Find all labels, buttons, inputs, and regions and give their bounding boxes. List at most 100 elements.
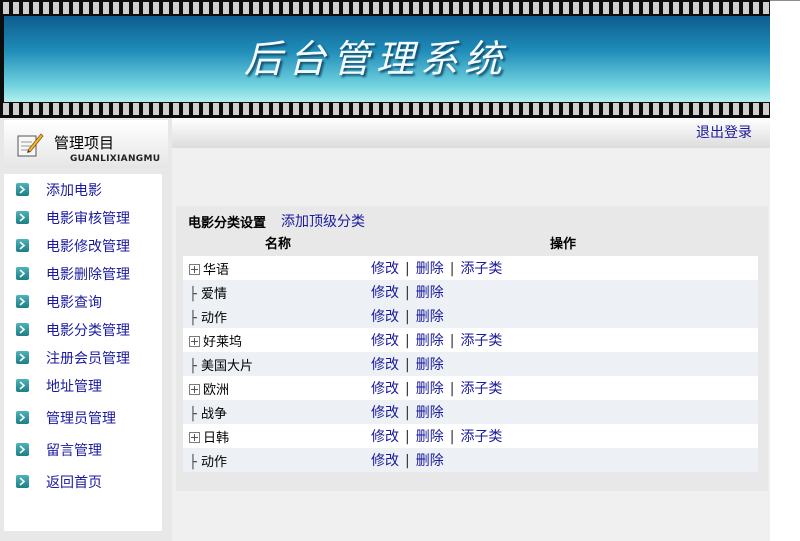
banner-title: 后台管理系统	[244, 37, 509, 81]
tree-branch-icon: ├	[189, 287, 197, 302]
menu-item-add-movie[interactable]: 添加电影	[4, 179, 162, 201]
add-child-link[interactable]: 添子类	[460, 429, 502, 445]
category-table: 华语 修改 | 删除 | 添子类 ├ 爱情 修改 | 删除 ├ 动作 修改 | 删除 好莱坞 修改 |…	[183, 256, 758, 472]
edit-link[interactable]: 修改	[371, 381, 399, 397]
arrow-right-icon	[16, 443, 29, 456]
row-actions: 修改 | 删除 | 添子类	[371, 333, 503, 349]
expand-plus-icon[interactable]	[189, 264, 200, 275]
delete-link[interactable]: 删除	[416, 429, 444, 445]
page: 后台管理系统 管理项目 GUANLIXIANGMU 添加电影 电影审核管理 电影…	[0, 0, 800, 541]
expand-plus-icon[interactable]	[189, 384, 200, 395]
menu-item-admin-manage[interactable]: 管理员管理	[4, 407, 162, 429]
arrow-right-icon	[16, 323, 29, 336]
menu-item-label: 地址管理	[46, 379, 102, 395]
tree-branch-icon: ├	[189, 407, 197, 422]
edit-link[interactable]: 修改	[371, 405, 399, 421]
menu-item-label: 电影分类管理	[46, 323, 130, 339]
row-actions: 修改 | 删除 | 添子类	[371, 261, 503, 277]
row-actions: 修改 | 删除	[371, 453, 444, 469]
arrow-right-icon	[16, 239, 29, 252]
sidebar-subtitle: GUANLIXIANGMU	[70, 154, 161, 164]
sidebar-menu: 添加电影 电影审核管理 电影修改管理 电影删除管理 电影查询 电影分类管理 注册…	[4, 174, 162, 531]
banner: 后台管理系统	[0, 0, 770, 118]
add-child-link[interactable]: 添子类	[460, 381, 502, 397]
logout-link[interactable]: 退出登录	[696, 122, 752, 142]
row-actions: 修改 | 删除	[371, 405, 444, 421]
table-row: ├ 动作 修改 | 删除	[183, 448, 758, 472]
film-strip-bottom	[0, 103, 770, 115]
menu-item-back-home[interactable]: 返回首页	[4, 471, 162, 493]
expand-plus-icon[interactable]	[189, 336, 200, 347]
column-header-name: 名称	[265, 237, 292, 252]
add-top-category-link[interactable]: 添加顶级分类	[281, 211, 365, 231]
table-row: ├ 动作 修改 | 删除	[183, 304, 758, 328]
table-row: 华语 修改 | 删除 | 添子类	[183, 256, 758, 280]
panel-title: 电影分类设置	[188, 216, 267, 231]
category-name: ├ 美国大片	[189, 359, 254, 374]
menu-item-label: 添加电影	[46, 183, 102, 199]
delete-link[interactable]: 删除	[416, 357, 444, 373]
category-name: 欧洲	[189, 379, 229, 398]
menu-item-label: 电影修改管理	[46, 239, 130, 255]
top-bar: 退出登录	[172, 118, 770, 148]
sidebar-header: 管理项目 GUANLIXIANGMU	[4, 120, 168, 168]
edit-link[interactable]: 修改	[371, 333, 399, 349]
table-row: ├ 战争 修改 | 删除	[183, 400, 758, 424]
delete-link[interactable]: 删除	[416, 285, 444, 301]
film-strip-top	[0, 2, 770, 14]
arrow-right-icon	[16, 411, 29, 424]
menu-item-label: 电影查询	[46, 295, 102, 311]
sidebar-title: 管理项目	[54, 134, 115, 152]
edit-link[interactable]: 修改	[371, 261, 399, 277]
arrow-right-icon	[16, 379, 29, 392]
row-actions: 修改 | 删除	[371, 309, 444, 325]
category-name: ├ 战争	[189, 407, 228, 422]
delete-link[interactable]: 删除	[416, 333, 444, 349]
arrow-right-icon	[16, 475, 29, 488]
add-child-link[interactable]: 添子类	[460, 261, 502, 277]
menu-item-movie-search[interactable]: 电影查询	[4, 291, 162, 313]
arrow-right-icon	[16, 267, 29, 280]
category-name: 华语	[189, 259, 229, 278]
menu-item-message-manage[interactable]: 留言管理	[4, 439, 162, 461]
category-name: ├ 动作	[189, 455, 228, 470]
menu-item-category-manage[interactable]: 电影分类管理	[4, 319, 162, 341]
category-name: 日韩	[189, 427, 229, 446]
menu-item-movie-delete[interactable]: 电影删除管理	[4, 263, 162, 285]
edit-link[interactable]: 修改	[371, 429, 399, 445]
table-row: 好莱坞 修改 | 删除 | 添子类	[183, 328, 758, 352]
category-name: 好莱坞	[189, 331, 242, 350]
category-panel: 电影分类设置 添加顶级分类 名称 操作 华语 修改 | 删除 | 添子类 ├ 爱情 修改 |…	[176, 206, 768, 491]
delete-link[interactable]: 删除	[416, 453, 444, 469]
edit-link[interactable]: 修改	[371, 309, 399, 325]
menu-item-label: 电影删除管理	[46, 267, 130, 283]
delete-link[interactable]: 删除	[416, 381, 444, 397]
category-name: ├ 动作	[189, 311, 228, 326]
table-row: ├ 爱情 修改 | 删除	[183, 280, 758, 304]
menu-item-movie-review[interactable]: 电影审核管理	[4, 207, 162, 229]
row-actions: 修改 | 删除	[371, 357, 444, 373]
delete-link[interactable]: 删除	[416, 405, 444, 421]
category-name: ├ 爱情	[189, 287, 228, 302]
edit-link[interactable]: 修改	[371, 285, 399, 301]
expand-plus-icon[interactable]	[189, 432, 200, 443]
row-actions: 修改 | 删除 | 添子类	[371, 381, 503, 397]
tree-branch-icon: ├	[189, 455, 197, 470]
edit-link[interactable]: 修改	[371, 357, 399, 373]
right-margin	[770, 118, 800, 541]
tree-branch-icon: ├	[189, 311, 197, 326]
menu-item-movie-edit[interactable]: 电影修改管理	[4, 235, 162, 257]
menu-item-label: 注册会员管理	[46, 351, 130, 367]
delete-link[interactable]: 删除	[416, 261, 444, 277]
table-row: 欧洲 修改 | 删除 | 添子类	[183, 376, 758, 400]
notepad-pencil-icon	[17, 133, 44, 157]
delete-link[interactable]: 删除	[416, 309, 444, 325]
menu-item-member-manage[interactable]: 注册会员管理	[4, 347, 162, 369]
window-edge	[770, 0, 800, 1]
arrow-right-icon	[16, 351, 29, 364]
menu-item-label: 返回首页	[46, 475, 102, 491]
arrow-right-icon	[16, 211, 29, 224]
edit-link[interactable]: 修改	[371, 453, 399, 469]
add-child-link[interactable]: 添子类	[460, 333, 502, 349]
menu-item-address-manage[interactable]: 地址管理	[4, 375, 162, 397]
